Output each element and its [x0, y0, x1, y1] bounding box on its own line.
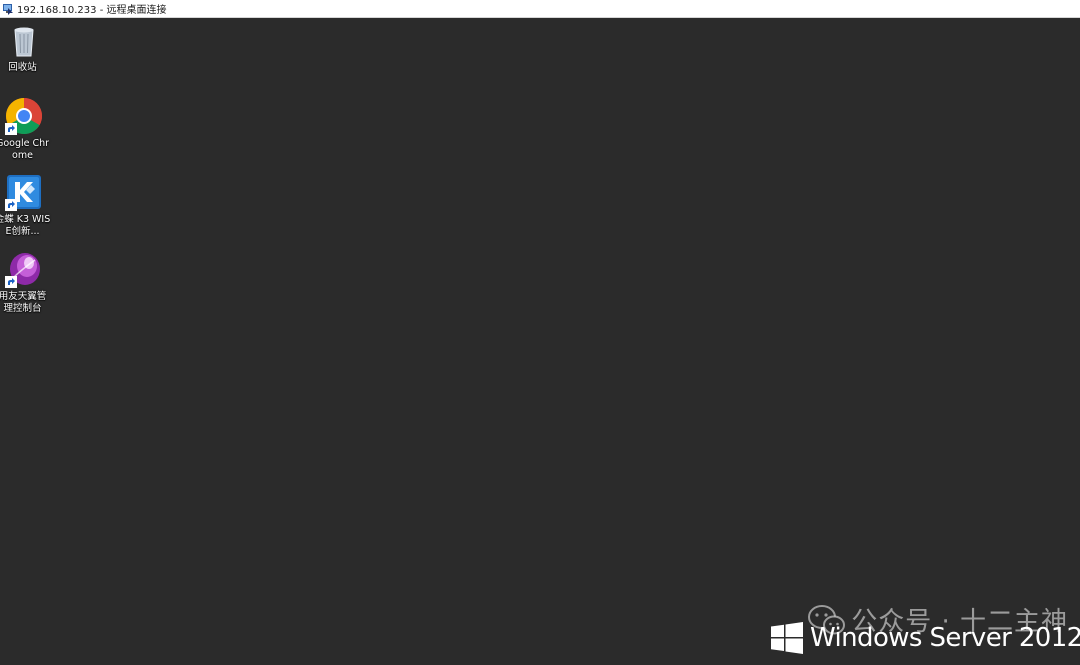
desktop-icon-google-chrome[interactable]: Google Chrome [0, 97, 49, 162]
yonyou-console-icon [5, 250, 43, 288]
remote-desktop-icon [3, 3, 13, 15]
shortcut-arrow-icon [5, 199, 17, 211]
desktop-icon-label: 金蝶 K3 WISE创新... [0, 214, 51, 237]
desktop-icon-label: 用友天翼管理控制台 [0, 291, 47, 314]
desktop-icon-label: 回收站 [8, 62, 37, 73]
desktop-icon-kingdee-k3[interactable]: 金蝶 K3 WISE创新... [0, 173, 51, 238]
os-brand-text: Windows Server 2012 R2 [810, 623, 1080, 653]
recycle-bin-icon [14, 27, 34, 57]
shortcut-arrow-icon [5, 123, 17, 135]
window-title: 192.168.10.233 - 远程桌面连接 [17, 5, 167, 16]
desktop-icon-yonyou-console[interactable]: 用友天翼管理控制台 [0, 250, 49, 315]
desktop-icon-label: Google Chrome [0, 138, 50, 161]
os-brand: Windows Server 2012 R2 [771, 622, 1080, 654]
chrome-icon [5, 97, 43, 135]
kingdee-k3-icon [5, 173, 43, 211]
desktop[interactable]: 回收站 Google Chrome 金蝶 K3 WISE创新... 用友天翼管理… [0, 18, 1080, 665]
window-titlebar[interactable]: 192.168.10.233 - 远程桌面连接 [0, 0, 1080, 18]
windows-logo-icon [771, 622, 803, 654]
desktop-icon-recycle-bin[interactable]: 回收站 [0, 21, 49, 74]
shortcut-arrow-icon [5, 276, 17, 288]
